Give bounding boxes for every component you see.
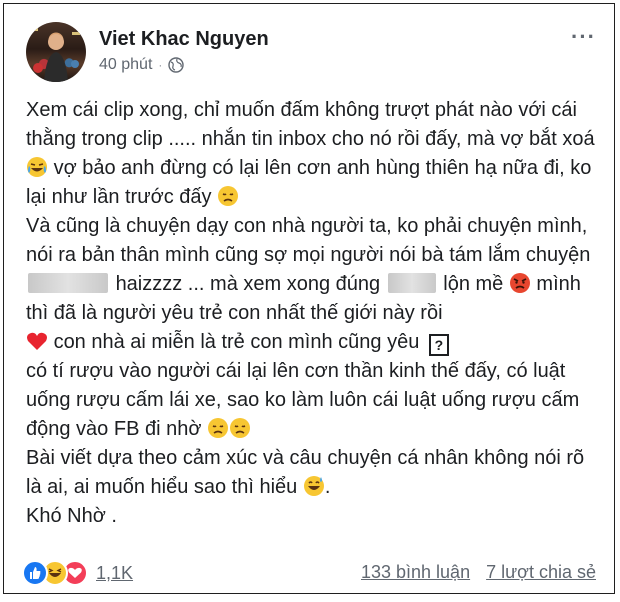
globe-icon[interactable] <box>168 57 185 73</box>
reaction-count[interactable]: 1,1K <box>96 563 133 584</box>
post-text: . <box>324 476 331 498</box>
post-paragraph-4: có tí rượu vào người cái lại lên cơn thầ… <box>26 357 596 444</box>
post-footer: 1,1K 133 bình luận 7 lượt chia sẻ <box>18 556 600 586</box>
post-text: Và cũng là chuyện dạy con nhà người ta, … <box>26 215 591 266</box>
blurred-text <box>28 273 108 293</box>
tears-of-joy-emoji-icon <box>27 157 47 177</box>
post-paragraph-5: Bài viết dựa theo cảm xúc và câu chuyện … <box>26 444 596 502</box>
angry-face-emoji-icon <box>509 273 530 293</box>
post-text: lộn mề <box>443 273 509 295</box>
post-text: Xem cái clip xong, chỉ muốn đấm không tr… <box>26 99 595 150</box>
reactions-summary[interactable]: 1,1K <box>22 560 133 586</box>
red-heart-emoji-icon <box>27 332 47 350</box>
post-text: có tí rượu vào người cái lại lên cơn thầ… <box>26 360 580 440</box>
disappointed-emoji-icon <box>230 418 251 438</box>
author-avatar[interactable] <box>26 22 86 82</box>
post-meta: 40 phút · <box>99 56 185 74</box>
post-paragraph-3: con nhà ai miễn là trẻ con mình cũng yêu… <box>26 328 596 357</box>
meta-separator: · <box>158 58 163 72</box>
missing-glyph-box: ? <box>428 334 449 356</box>
disappointed-emoji-icon <box>208 418 229 438</box>
facebook-post: Viet Khac Nguyen 40 phút · ··· Xem cái c… <box>3 3 615 594</box>
post-text: haizzzz ... mà xem xong đúng <box>115 273 381 295</box>
blurred-text <box>387 273 436 293</box>
disappointed-emoji-icon <box>218 186 239 206</box>
post-text: con nhà ai miễn là trẻ con mình cũng yêu <box>53 331 420 353</box>
post-time[interactable]: 40 phút <box>99 56 152 74</box>
more-options-button[interactable]: ··· <box>571 24 596 50</box>
post-paragraph-1: Xem cái clip xong, chỉ muốn đấm không tr… <box>26 96 596 212</box>
comments-count-link[interactable]: 133 bình luận <box>361 562 470 583</box>
grinning-sweat-emoji-icon <box>303 476 324 496</box>
like-reaction-icon <box>22 560 48 586</box>
shares-count-link[interactable]: 7 lượt chia sẻ <box>486 562 596 583</box>
post-content: Xem cái clip xong, chỉ muốn đấm không tr… <box>26 96 596 531</box>
author-name[interactable]: Viet Khac Nguyen <box>99 28 269 51</box>
post-header: Viet Khac Nguyen 40 phút · ··· <box>26 22 600 84</box>
post-text: vợ bảo anh đừng có lại lên cơn anh hùng … <box>26 157 592 208</box>
engagement-counts: 133 bình luận 7 lượt chia sẻ <box>361 562 596 583</box>
post-paragraph-2: Và cũng là chuyện dạy con nhà người ta, … <box>26 212 596 328</box>
post-paragraph-6: Khó Nhờ . <box>26 505 117 527</box>
